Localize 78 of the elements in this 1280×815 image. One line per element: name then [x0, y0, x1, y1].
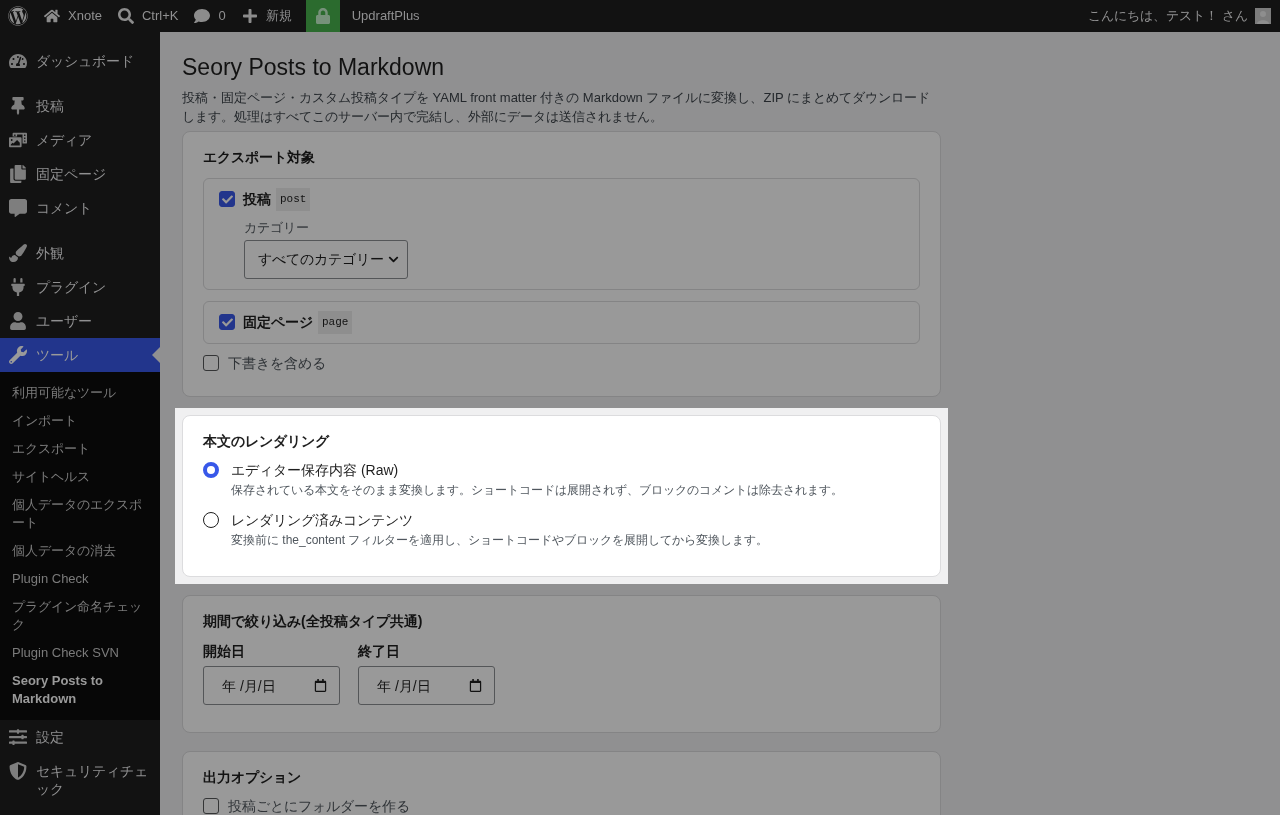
home-icon — [44, 8, 60, 24]
plug-icon — [9, 278, 27, 296]
wrench-icon — [9, 346, 27, 364]
menu-item[interactable]: 投稿 — [0, 89, 160, 123]
page-title: Seory Posts to Markdown — [182, 53, 446, 82]
submenu-item[interactable]: 個人データの消去 — [0, 537, 160, 565]
radio-label: エディター保存内容 (Raw) — [231, 461, 400, 480]
checkbox-label: 投稿 — [243, 189, 271, 209]
speech-bubble-icon — [194, 8, 211, 24]
pages-icon — [9, 165, 27, 183]
lock-icon[interactable] — [305, 0, 340, 32]
section-title: 期間で絞り込み(全投稿タイプ共通) — [203, 612, 424, 631]
search-icon — [118, 8, 134, 24]
submenu-item[interactable]: Plugin Check SVN — [0, 639, 160, 667]
submenu-item[interactable]: Seory Posts to Markdown — [0, 667, 160, 713]
menu-item[interactable]: ユーザー — [0, 304, 160, 338]
menu-item[interactable]: メディア — [0, 123, 160, 157]
media-icon — [9, 131, 27, 149]
option-description: 保存されている本文をそのまま変換します。ショートコードは展開されず、ブロックのコメントは除去されます。 — [231, 482, 843, 499]
menu-item[interactable]: ダッシュボード — [0, 44, 160, 78]
checkbox[interactable] — [219, 314, 235, 330]
menu-item[interactable]: ツール — [0, 338, 160, 372]
menu-item[interactable]: 外観 — [0, 236, 160, 270]
section-title: エクスポート対象 — [203, 148, 316, 167]
category-select[interactable]: すべてのカテゴリー — [244, 240, 408, 279]
calendar-icon — [314, 679, 327, 692]
logo-icon[interactable] — [8, 6, 28, 26]
submenu-item[interactable]: プラグイン命名チェック — [0, 593, 160, 639]
menu-item[interactable]: 固定ページ — [0, 157, 160, 191]
pin-icon — [9, 97, 27, 115]
checkmark-icon — [221, 193, 233, 205]
section-title: 出力オプション — [203, 768, 302, 787]
menu-item[interactable]: セキュリティチェック — [0, 754, 160, 806]
date-field[interactable]: 年 /月/日 — [203, 666, 340, 705]
checkbox[interactable] — [219, 191, 235, 207]
field-label: カテゴリー — [244, 219, 310, 237]
post-type-slug: post — [276, 187, 311, 211]
shield-icon — [9, 762, 27, 780]
calendar-icon — [469, 679, 482, 692]
submenu-item[interactable]: 利用可能なツール — [0, 379, 160, 407]
checkbox[interactable] — [203, 798, 219, 814]
post-type-slug: page — [318, 310, 353, 334]
submenu-item[interactable]: Plugin Check — [0, 565, 160, 593]
checkbox-label: 下書きを含める — [228, 353, 326, 373]
search-button[interactable]: Ctrl+K — [110, 0, 187, 32]
checkbox-label: 投稿ごとにフォルダーを作る — [228, 796, 410, 815]
submenu-item[interactable]: 個人データのエクスポート — [0, 491, 160, 537]
greeting-link[interactable]: こんにちは、テスト！ さん — [1088, 6, 1248, 26]
menu-item[interactable]: コメント — [0, 191, 160, 225]
option-description: 変換前に the_content フィルターを適用し、ショートコードやブロックを展開してから変換します。 — [231, 532, 769, 549]
submenu-item[interactable]: エクスポート — [0, 435, 160, 463]
checkmark-icon — [221, 316, 233, 328]
radio-button[interactable] — [203, 512, 219, 528]
plus-icon — [241, 8, 258, 24]
checkbox[interactable] — [203, 355, 219, 371]
sliders-icon — [9, 728, 27, 746]
menu-link[interactable]: UpdraftPlus — [339, 0, 432, 32]
paintbrush-icon — [9, 244, 27, 262]
radio-button[interactable] — [203, 462, 219, 478]
section-title: 本文のレンダリング — [203, 432, 331, 451]
date-field[interactable]: 年 /月/日 — [358, 666, 495, 705]
comments-link[interactable]: 0 — [186, 0, 234, 32]
triangle-pointer-icon — [152, 347, 160, 363]
checkbox-label: 固定ページ — [243, 312, 313, 332]
chevron-down-icon — [388, 254, 399, 265]
menu-item[interactable]: プラグイン — [0, 270, 160, 304]
menu-item[interactable]: 設定 — [0, 720, 160, 754]
field-label: 終了日 — [358, 642, 401, 660]
submenu-item[interactable]: サイトヘルス — [0, 463, 160, 491]
page-description: 投稿・固定ページ・カスタム投稿タイプを YAML front matter 付きの Markdown ファイルに変換し、ZIP にまとめてダウンロードします。処理はすべてこのサーバー内で完結し、外部にデータは送信されません。 — [182, 89, 932, 126]
new-content-link[interactable]: 新規 — [233, 0, 300, 32]
site-name-link[interactable]: Xnote — [36, 0, 110, 32]
gauge-icon — [9, 52, 27, 70]
radio-label: レンダリング済みコンテンツ — [231, 511, 414, 530]
speech-bubble-icon — [9, 199, 27, 217]
submenu-item[interactable]: インポート — [0, 407, 160, 435]
user-icon — [9, 312, 27, 330]
field-label: 開始日 — [203, 642, 246, 660]
